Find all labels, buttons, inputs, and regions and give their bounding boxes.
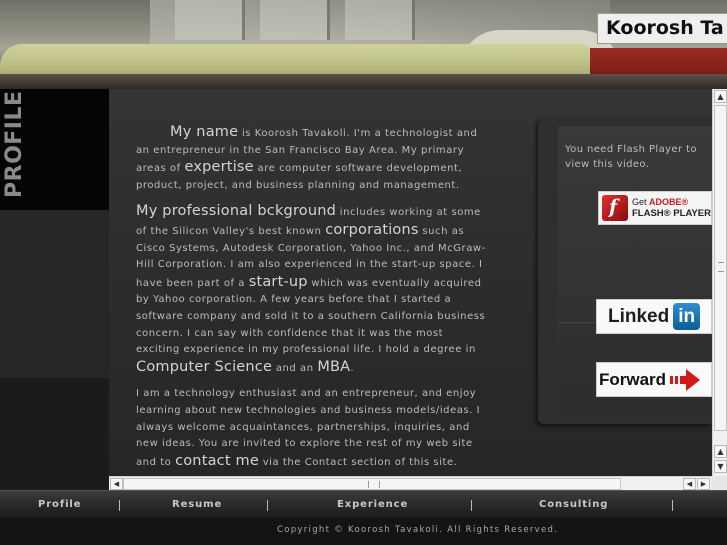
linkedin-button[interactable]: Linked in bbox=[596, 299, 712, 334]
copyright-text: Copyright © Koorosh Tavakoli. All Rights… bbox=[277, 525, 559, 535]
nav-consulting[interactable]: Consulting bbox=[539, 499, 608, 510]
horizontal-scroll-thumb[interactable] bbox=[123, 478, 621, 490]
profile-text: My name is Koorosh Tavakoli. I'm a techn… bbox=[136, 124, 486, 480]
vertical-scrollbar[interactable]: ▲ ▲ ▼ bbox=[712, 89, 727, 476]
scroll-left-button[interactable]: ◀ bbox=[110, 478, 123, 490]
scroll-down-button[interactable]: ▼ bbox=[714, 460, 727, 473]
linkedin-icon: in bbox=[673, 303, 701, 330]
nav-profile[interactable]: Profile bbox=[38, 499, 81, 510]
intro-paragraph: My name is Koorosh Tavakoli. I'm a techn… bbox=[136, 124, 478, 191]
footer: Copyright © Koorosh Tavakoli. All Rights… bbox=[0, 518, 727, 545]
site-owner-name: Koorosh Ta bbox=[597, 13, 727, 44]
get-flash-player-button[interactable]: f Get ADOBE® FLASH® PLAYER bbox=[598, 191, 712, 225]
nav-resume[interactable]: Resume bbox=[172, 499, 222, 510]
flash-player-icon: f bbox=[602, 195, 628, 221]
flash-required-message: You need Flash Player to view this video… bbox=[565, 144, 697, 170]
enthusiast-paragraph: I am a technology enthusiast and an entr… bbox=[136, 388, 481, 469]
scroll-up-button[interactable]: ▲ bbox=[714, 90, 727, 103]
section-title-vertical: PROFILE bbox=[2, 90, 27, 198]
scroll-left-button-right[interactable]: ◀ bbox=[683, 478, 696, 490]
main-nav: Profile Resume Experience Consulting bbox=[0, 490, 727, 518]
background-paragraph: My professional bckground includes worki… bbox=[136, 203, 486, 375]
scroll-right-button[interactable]: ▶ bbox=[697, 478, 710, 490]
forward-arrow-icon bbox=[670, 368, 701, 391]
forward-button[interactable]: Forward bbox=[596, 362, 712, 397]
contact-me-text: contact me bbox=[175, 452, 259, 469]
scroll-up-button-lower[interactable]: ▲ bbox=[714, 445, 727, 458]
horizontal-scrollbar[interactable]: ◀ ◀ ▶ bbox=[109, 476, 712, 490]
vertical-scroll-thumb[interactable] bbox=[714, 105, 727, 431]
nav-experience[interactable]: Experience bbox=[337, 499, 408, 510]
